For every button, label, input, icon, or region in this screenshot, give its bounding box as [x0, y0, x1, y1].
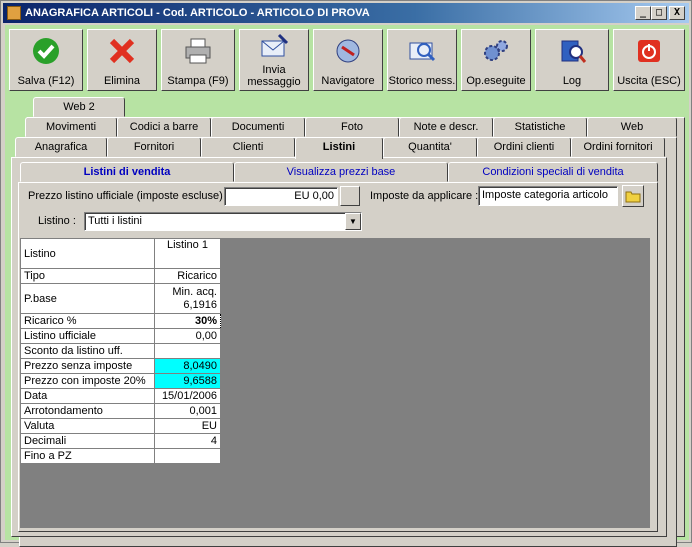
row-label: Listino ufficiale — [20, 328, 155, 344]
row-value[interactable]: 4 — [154, 433, 221, 449]
gears-icon — [484, 40, 508, 61]
search-mail-icon — [409, 42, 436, 62]
listino-label: Listino : — [38, 215, 76, 227]
row-label: Prezzo senza imposte — [20, 358, 155, 374]
tab-ordini-fornitori[interactable]: Ordini fornitori — [571, 137, 665, 157]
tab-fornitori[interactable]: Fornitori — [107, 137, 201, 157]
listini-grid: Listino Listino 1 Tipo Ricarico P.base Min… — [20, 238, 650, 528]
maximize-button[interactable]: □ — [651, 6, 667, 20]
table-row: Decimali 4 — [20, 433, 221, 449]
table-row: Prezzo con imposte 20% 9,6588 — [20, 373, 221, 389]
row-value[interactable] — [154, 343, 221, 359]
client-area: Salva (F12) Elimina Stampa (F9) Invia me… — [5, 25, 689, 547]
subtab-condizioni-speciali[interactable]: Condizioni speciali di vendita — [448, 162, 658, 182]
row-label: Decimali — [20, 433, 155, 449]
chevron-down-icon[interactable]: ▼ — [345, 213, 361, 230]
row-label: Arrotondamento — [20, 403, 155, 419]
row-value[interactable]: 9,6588 — [154, 373, 221, 389]
imposte-label: Imposte da applicare : — [370, 190, 479, 202]
log-icon — [561, 40, 587, 63]
app-icon — [7, 6, 21, 20]
prezzo-label: Prezzo listino ufficiale (imposte esclus… — [28, 190, 229, 202]
subtab-listini-di-vendita[interactable]: Listini di vendita — [20, 162, 234, 182]
tab-documenti[interactable]: Documenti — [211, 117, 305, 137]
prezzo-button[interactable] — [340, 186, 360, 206]
printer-icon — [185, 38, 211, 64]
title-bar[interactable]: ANAGRAFICA ARTICOLI - Cod. ARTICOLO - AR… — [3, 3, 689, 23]
row-label: P.base — [20, 283, 155, 314]
compass-icon — [336, 39, 360, 63]
tab-foto[interactable]: Foto — [305, 117, 399, 137]
row-value[interactable] — [154, 448, 221, 464]
subtab-visualizza-prezzi-base[interactable]: Visualizza prezzi base — [234, 162, 448, 182]
app-window: ANAGRAFICA ARTICOLI - Cod. ARTICOLO - AR… — [0, 0, 692, 547]
folder-button[interactable] — [622, 185, 644, 207]
exit-button[interactable]: Uscita (ESC) — [613, 29, 685, 91]
header-column: Listino 1 — [154, 238, 221, 269]
tab-movimenti[interactable]: Movimenti — [25, 117, 117, 137]
check-icon — [33, 38, 59, 64]
table-row: Ricarico % 30% — [20, 313, 221, 329]
row-label: Fino a PZ — [20, 448, 155, 464]
tab-anagrafica[interactable]: Anagrafica — [15, 137, 107, 157]
tab-page-listini: Listini di vendita Visualizza prezzi bas… — [11, 157, 667, 537]
table-row: Valuta EU — [20, 418, 221, 434]
tab-note-e-descr[interactable]: Note e descr. — [399, 117, 493, 137]
minimize-button[interactable]: _ — [635, 6, 651, 20]
operations-done-button[interactable]: Op.eseguite — [461, 29, 531, 91]
table-row: P.base Min. acq. 6,1916 — [20, 283, 221, 314]
row-label: Data — [20, 388, 155, 404]
table-row: Arrotondamento 0,001 — [20, 403, 221, 419]
table-header-row: Listino Listino 1 — [20, 238, 221, 269]
row-value[interactable]: EU — [154, 418, 221, 434]
table-row: Prezzo senza imposte 8,0490 — [20, 358, 221, 374]
save-button[interactable]: Salva (F12) — [9, 29, 83, 91]
row-label: Ricarico % — [20, 313, 155, 329]
row-label: Prezzo con imposte 20% — [20, 373, 155, 389]
row-value[interactable]: 0,001 — [154, 403, 221, 419]
folder-icon — [625, 191, 641, 203]
row-value[interactable]: 15/01/2006 — [154, 388, 221, 404]
close-button[interactable]: X — [669, 6, 685, 20]
tab-quantita[interactable]: Quantita' — [383, 137, 477, 157]
listini-table: Listino Listino 1 Tipo Ricarico P.base Min… — [20, 238, 221, 464]
row-value[interactable]: 30% — [154, 313, 221, 329]
table-row: Fino a PZ — [20, 448, 221, 464]
navigator-button[interactable]: Navigatore — [313, 29, 383, 91]
listino-select[interactable]: Tutti i listini ▼ — [84, 212, 362, 231]
row-value[interactable]: Min. acq. 6,1916 — [154, 283, 221, 314]
tab-listini[interactable]: Listini — [295, 137, 383, 159]
send-message-button[interactable]: Invia messaggio — [239, 29, 309, 91]
tab-web[interactable]: Web — [587, 117, 677, 137]
table-row: Tipo Ricarico — [20, 268, 221, 284]
row-value[interactable]: 0,00 — [154, 328, 221, 344]
row-label: Sconto da listino uff. — [20, 343, 155, 359]
delete-icon — [109, 38, 135, 64]
imposte-field[interactable]: Imposte categoria articolo — [478, 186, 618, 206]
window-title: ANAGRAFICA ARTICOLI - Cod. ARTICOLO - AR… — [25, 7, 370, 19]
power-icon — [638, 40, 660, 62]
print-button[interactable]: Stampa (F9) — [161, 29, 235, 91]
header-label: Listino — [20, 238, 155, 269]
row-label: Valuta — [20, 418, 155, 434]
delete-button[interactable]: Elimina — [87, 29, 157, 91]
tab-codici-a-barre[interactable]: Codici a barre — [117, 117, 211, 137]
tab-statistiche[interactable]: Statistiche — [493, 117, 587, 137]
table-row: Sconto da listino uff. — [20, 343, 221, 359]
message-history-button[interactable]: Storico mess. — [387, 29, 457, 91]
prezzo-field[interactable]: EU 0,00 — [224, 187, 338, 206]
tab-control: Web 2 Movimenti Codici a barre Documenti… — [9, 97, 685, 547]
mail-icon — [261, 33, 289, 57]
row-label: Tipo — [20, 268, 155, 284]
log-button[interactable]: Log — [535, 29, 609, 91]
tab-web-2[interactable]: Web 2 — [33, 97, 125, 117]
table-row: Data 15/01/2006 — [20, 388, 221, 404]
table-row: Listino ufficiale 0,00 — [20, 328, 221, 344]
row-value[interactable]: 8,0490 — [154, 358, 221, 374]
row-value[interactable]: Ricarico — [154, 268, 221, 284]
tab-ordini-clienti[interactable]: Ordini clienti — [477, 137, 571, 157]
tab-clienti[interactable]: Clienti — [201, 137, 295, 157]
